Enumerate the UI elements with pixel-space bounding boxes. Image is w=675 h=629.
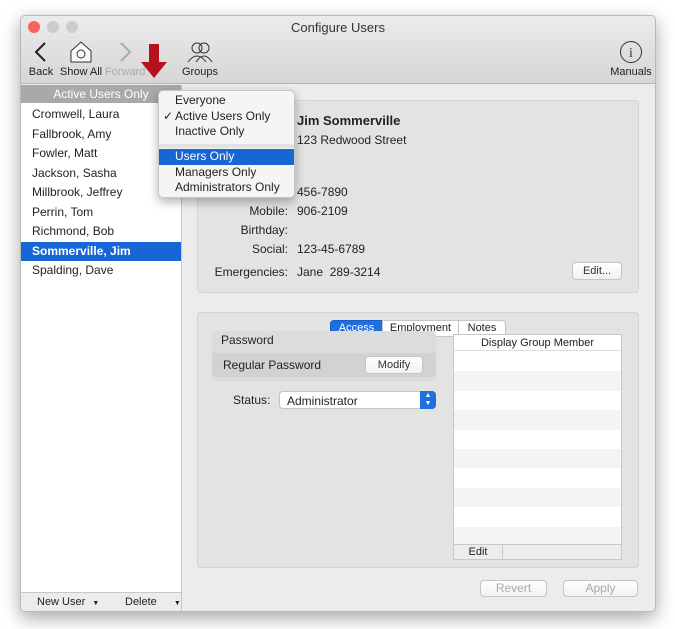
user-name: Jim Sommerville	[297, 113, 401, 128]
user-list-item[interactable]: Spalding, Dave	[21, 261, 181, 281]
apply-button[interactable]: Apply	[563, 580, 638, 597]
show-all-button[interactable]: Show All	[59, 40, 103, 78]
password-box: Password Regular Password Modify	[212, 331, 436, 381]
birthday-label: Birthday:	[240, 223, 288, 237]
updown-chevron-icon: ▲ ▼	[420, 391, 436, 409]
user-list-item[interactable]: Fallbrook, Amy	[21, 125, 181, 145]
social-label: Social:	[251, 242, 288, 256]
title-bar: Configure Users Back Show All Forward Gr…	[21, 16, 655, 84]
chevron-right-icon	[120, 42, 132, 62]
menu-item[interactable]: Users Only	[159, 149, 294, 165]
menu-item-label: Inactive Only	[175, 124, 245, 138]
new-user-button[interactable]: New User ▼	[37, 596, 99, 608]
status-label: Status:	[233, 393, 271, 407]
menu-item-label: Users Only	[175, 149, 235, 163]
edit-info-button[interactable]: Edit...	[572, 262, 622, 280]
menu-item[interactable]: Administrators Only	[159, 180, 294, 196]
table-row	[454, 390, 621, 411]
user-list-item[interactable]: Cromwell, Laura	[21, 105, 181, 125]
table-row	[454, 410, 621, 430]
checkmark-icon: ✓	[163, 108, 174, 123]
groups-icon	[187, 42, 213, 63]
table-footer: Edit	[454, 544, 621, 559]
regular-password-label: Regular Password	[223, 358, 322, 372]
groups-button[interactable]: Groups	[181, 40, 219, 78]
status-select[interactable]: Administrator ▲ ▼	[279, 391, 436, 409]
modify-button[interactable]: Modify	[365, 356, 423, 374]
table-row	[454, 449, 621, 469]
configure-users-window: Configure Users Back Show All Forward Gr…	[20, 15, 656, 612]
menu-separator	[159, 144, 294, 148]
menu-item-label: Administrators Only	[175, 180, 280, 194]
password-label: Password	[221, 333, 274, 347]
mobile-value: 906-2109	[297, 204, 348, 218]
menu-item[interactable]: Managers Only	[159, 165, 294, 181]
mobile-label: Mobile:	[249, 204, 288, 218]
status-value: Administrator	[287, 394, 358, 408]
user-list-item[interactable]: Perrin, Tom	[21, 203, 181, 223]
forward-button[interactable]: Forward	[105, 40, 145, 78]
emergencies-value: Jane 289-3214	[297, 265, 381, 279]
manuals-button[interactable]: i Manuals	[609, 40, 653, 78]
password-row: Regular Password Modify	[212, 353, 436, 377]
table-row	[454, 429, 621, 449]
menu-item[interactable]: Everyone	[159, 93, 294, 109]
group-member-table: Display Group Member Edit	[453, 334, 622, 560]
info-icon: i	[620, 41, 642, 63]
table-header: Display Group Member	[454, 335, 621, 351]
table-row	[454, 507, 621, 527]
menu-item[interactable]: Inactive Only	[159, 124, 294, 140]
menu-item-label: Active Users Only	[175, 108, 271, 123]
user-list-item[interactable]: Millbrook, Jeffrey	[21, 183, 181, 203]
user-list-item[interactable]: Jackson, Sasha	[21, 164, 181, 184]
user-list-item[interactable]: Richmond, Bob	[21, 222, 181, 242]
gear-house-icon	[70, 41, 92, 63]
emergencies-label: Emergencies:	[214, 265, 288, 279]
revert-button[interactable]: Revert	[480, 580, 547, 597]
window-title: Configure Users	[291, 20, 385, 35]
user-list-item[interactable]: Fowler, Matt	[21, 144, 181, 164]
user-phone: 456-7890	[297, 185, 348, 199]
chevron-left-icon	[34, 42, 46, 62]
menu-item-label: Managers Only	[175, 164, 257, 179]
user-address: 123 Redwood Street	[297, 133, 407, 147]
filter-popup-button[interactable]: Active Users Only	[21, 85, 181, 103]
triangle-down-icon: ▼	[173, 600, 181, 607]
svg-text:i: i	[629, 46, 633, 61]
table-row	[454, 352, 621, 372]
social-value: 123-45-6789	[297, 242, 366, 256]
back-button[interactable]: Back	[26, 40, 56, 78]
table-edit-button[interactable]: Edit	[454, 545, 503, 559]
triangle-down-icon: ▼	[92, 600, 100, 607]
user-list-item[interactable]: Sommerville, Jim	[21, 241, 181, 261]
table-row	[454, 487, 621, 508]
sidebar-footer: New User ▼ Delete ▼	[21, 592, 181, 611]
menu-item-label: Everyone	[175, 93, 226, 107]
filter-menu: Everyone ✓ Active Users Only Inactive Only U…	[158, 90, 295, 198]
table-row	[454, 371, 621, 391]
red-arrow-down-icon	[141, 44, 167, 78]
table-row	[454, 468, 621, 488]
menu-item[interactable]: ✓ Active Users Only	[159, 109, 294, 125]
delete-button[interactable]: Delete ▼	[125, 596, 181, 608]
